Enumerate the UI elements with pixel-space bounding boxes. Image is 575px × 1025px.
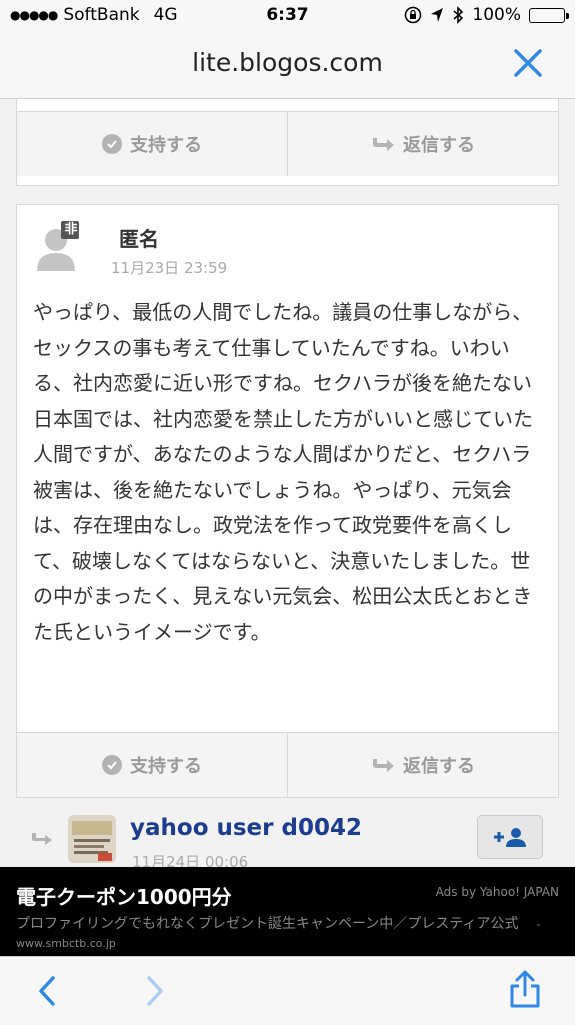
status-right: 100% xyxy=(404,5,569,25)
add-user-icon xyxy=(494,828,526,847)
anonymous-badge: 非 xyxy=(64,222,78,237)
reply-label: 返信する xyxy=(403,756,475,777)
ad-title[interactable]: 電子クーポン1000円分 xyxy=(16,881,232,910)
reply-label: 返信する xyxy=(403,135,475,156)
reply-date: 11月24日 00:06 xyxy=(132,853,249,867)
back-icon[interactable] xyxy=(36,975,58,1007)
browser-toolbar xyxy=(0,956,575,1025)
reply-arrow-icon xyxy=(373,759,394,772)
comment-actions: 支持する 返信する xyxy=(17,732,558,797)
ad-banner[interactable]: 電子クーポン1000円分 Ads by Yahoo! JAPAN プロファイリン… xyxy=(0,867,575,956)
comments-list[interactable]: 支持する 返信する 非 匿名 11月23日 23:59 やっぱり、最低の人間でし… xyxy=(0,99,575,867)
check-icon xyxy=(102,134,122,154)
previous-comment-actions: 支持する 返信する xyxy=(17,111,558,176)
avatar: 非 xyxy=(35,219,81,271)
battery-percent: 100% xyxy=(472,5,521,25)
share-icon[interactable] xyxy=(508,969,542,1009)
comment-date: 11月23日 23:59 xyxy=(111,259,228,277)
status-bar: ●●●●● SoftBank 4G 6:37 100% xyxy=(0,0,575,32)
close-icon[interactable] xyxy=(511,46,545,80)
reply-author[interactable]: yahoo user d0042 xyxy=(130,815,362,841)
ad-description-text: プロファイリングでもれなくプレゼント誕生キャンペーン中／プレスティア公式 xyxy=(16,916,519,932)
url-text[interactable]: lite.blogos.com xyxy=(0,48,575,77)
ad-description: プロファイリングでもれなくプレゼント誕生キャンペーン中／プレスティア公式 - ww… xyxy=(16,915,556,953)
location-icon xyxy=(431,8,444,22)
reply-arrow-icon xyxy=(373,138,394,151)
user-avatar[interactable] xyxy=(68,815,116,863)
follow-user-button[interactable] xyxy=(477,815,543,859)
ad-attribution: Ads by Yahoo! JAPAN xyxy=(435,885,559,899)
battery-icon xyxy=(529,7,569,23)
support-button[interactable]: 支持する xyxy=(17,733,287,797)
comment-card: 非 匿名 11月23日 23:59 やっぱり、最低の人間でしたね。議員の仕事しな… xyxy=(16,204,559,798)
reply-button[interactable]: 返信する xyxy=(287,733,558,797)
reply-indent-arrow-icon xyxy=(32,833,52,845)
reply-comment-row: yahoo user d0042 11月24日 00:06 xyxy=(0,805,575,867)
support-label: 支持する xyxy=(130,756,202,777)
support-button[interactable]: 支持する xyxy=(17,112,287,176)
orientation-lock-icon xyxy=(405,6,422,24)
check-icon xyxy=(102,755,122,775)
comment-author[interactable]: 匿名 xyxy=(119,223,159,252)
forward-icon[interactable] xyxy=(144,975,166,1007)
support-label: 支持する xyxy=(130,135,202,156)
bluetooth-icon xyxy=(453,6,464,24)
previous-comment-card: 支持する 返信する xyxy=(16,99,559,186)
comment-body: やっぱり、最低の人間でしたね。議員の仕事しながら、セックスの事も考えて仕事してい… xyxy=(33,300,533,644)
address-bar: lite.blogos.com xyxy=(0,32,575,99)
reply-button[interactable]: 返信する xyxy=(287,112,558,176)
